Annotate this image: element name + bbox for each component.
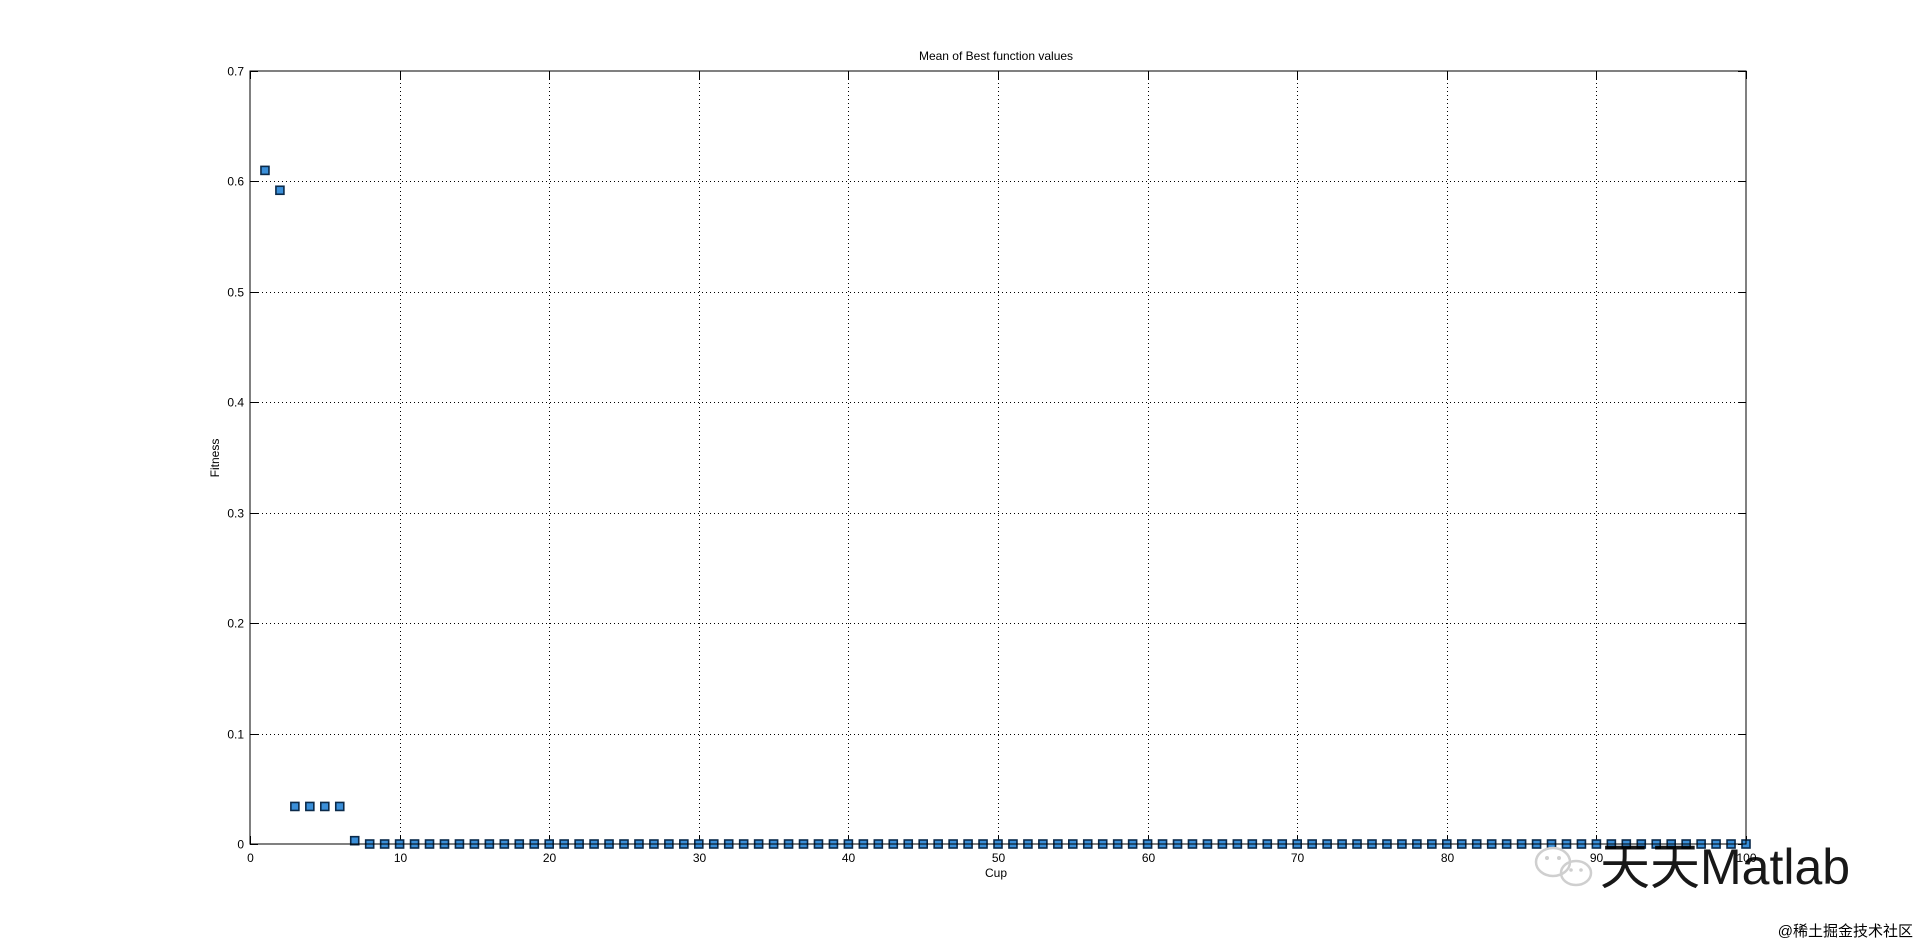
x-axis-label: Cup: [985, 866, 1007, 880]
x-tick-label: 30: [693, 851, 707, 865]
data-point: [290, 801, 300, 812]
figure: Mean of Best function values 0 10 20 30 40 50…: [0, 0, 1921, 946]
y-tick-label: 0.5: [227, 286, 244, 300]
data-point: [349, 835, 360, 846]
y-axis-label: Fitness: [208, 439, 222, 478]
data-point: [275, 185, 285, 196]
x-tick-label: 60: [1142, 851, 1156, 865]
x-tick-label: 70: [1291, 851, 1305, 865]
x-tick-label: 10: [394, 851, 408, 865]
data-point: [319, 801, 330, 812]
y-tick-label: 0.4: [227, 396, 244, 410]
y-tick-label: 0.1: [227, 728, 244, 742]
watermark-footer: @稀土掘金技术社区: [1778, 923, 1913, 940]
plot-area: [249, 70, 1751, 849]
y-tick-label: 0.7: [227, 65, 244, 79]
x-tick-label: 80: [1441, 851, 1455, 865]
y-tick-label: 0.3: [227, 507, 244, 521]
data-point: [305, 801, 315, 812]
x-tick-label: 50: [992, 851, 1006, 865]
y-tick-label: 0.2: [227, 617, 244, 631]
data-point: [260, 165, 270, 176]
chart-title: Mean of Best function values: [919, 49, 1073, 63]
watermark-text: 天天Matlab: [1600, 839, 1850, 895]
x-tick-label: 20: [543, 851, 557, 865]
y-tick-label: 0.6: [227, 175, 244, 189]
plot-background: [250, 71, 1746, 844]
data-point: [334, 801, 345, 812]
x-tick-label: 0: [247, 851, 254, 865]
x-tick-label: 40: [842, 851, 856, 865]
y-tick-label: 0: [237, 838, 244, 852]
